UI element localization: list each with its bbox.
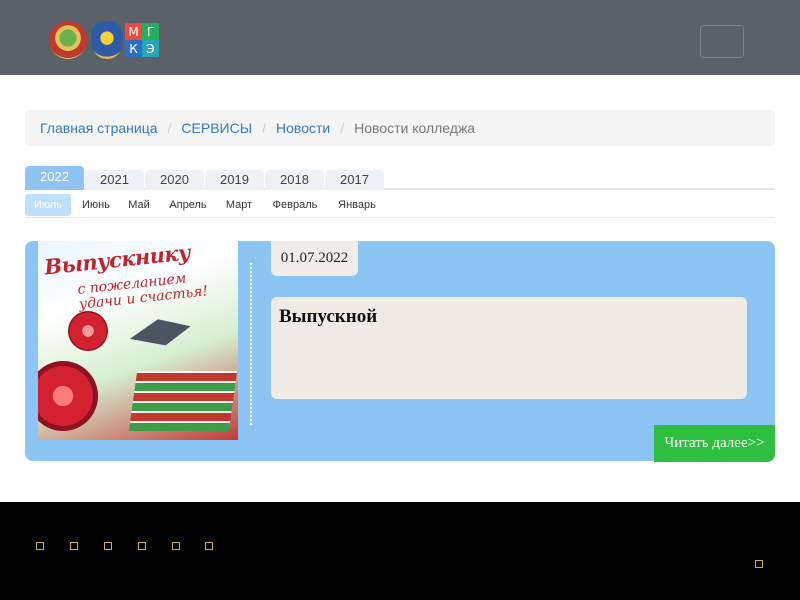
news-card: Выпускнику с пожеланием удачи и счастья!…	[25, 241, 775, 462]
breadcrumb-current: Новости колледжа	[354, 120, 476, 136]
tab-year-2021[interactable]: 2021	[85, 170, 144, 190]
tab-year-2020[interactable]: 2020	[145, 170, 204, 190]
books-icon	[128, 371, 238, 431]
tab-year-2022[interactable]: 2022	[25, 166, 84, 190]
news-title: Выпускной	[271, 297, 747, 399]
tab-month-june[interactable]: Июнь	[75, 194, 117, 216]
breadcrumb-services[interactable]: СЕРВИСЫ	[181, 120, 252, 136]
breadcrumb-separator: /	[167, 120, 172, 136]
footer	[0, 502, 800, 600]
tab-month-january[interactable]: Январь	[331, 194, 383, 216]
social-icon-2[interactable]	[70, 542, 78, 550]
scroll-top-icon[interactable]	[755, 560, 763, 568]
news-title-text[interactable]: Выпускной	[279, 306, 377, 327]
tab-month-march[interactable]: Март	[219, 194, 259, 216]
breadcrumb-separator: /	[262, 120, 267, 136]
social-icon-6[interactable]	[205, 542, 213, 550]
tab-year-2019[interactable]: 2019	[205, 170, 264, 190]
news-image[interactable]: Выпускнику с пожеланием удачи и счастья!	[38, 241, 238, 440]
breadcrumb-separator: /	[340, 120, 345, 136]
top-navbar: М Г К Э	[0, 0, 800, 75]
tab-month-july[interactable]: Июль	[25, 194, 71, 216]
tab-year-2018[interactable]: 2018	[265, 170, 324, 190]
minsk-emblem-icon	[91, 21, 123, 59]
mgke-logo-icon: М Г К Э	[125, 23, 159, 57]
tab-month-february[interactable]: Февраль	[263, 194, 327, 216]
dotted-divider	[250, 263, 252, 425]
social-icon-5[interactable]	[172, 542, 180, 550]
month-tabs: Июль Июнь Май Апрель Март Февраль Январь	[25, 190, 775, 218]
site-logo[interactable]: М Г К Э	[49, 21, 161, 61]
social-icon-3[interactable]	[104, 542, 112, 550]
read-more-button[interactable]: Читать далее>>	[654, 425, 775, 462]
graduation-cap-icon	[127, 314, 194, 360]
breadcrumb-home[interactable]: Главная страница	[40, 120, 158, 136]
news-date: 01.07.2022	[271, 241, 358, 276]
tab-year-2017[interactable]: 2017	[325, 170, 384, 190]
social-icon-1[interactable]	[36, 542, 44, 550]
menu-toggle-button[interactable]	[700, 25, 744, 58]
rose-decoration	[68, 311, 108, 351]
rose-decoration	[38, 361, 98, 431]
breadcrumb-news[interactable]: Новости	[276, 120, 330, 136]
belarus-emblem-icon	[49, 21, 87, 59]
breadcrumb: Главная страница / СЕРВИСЫ / Новости / Н…	[25, 110, 775, 146]
social-icon-4[interactable]	[138, 542, 146, 550]
year-tabs: 2022 2021 2020 2019 2018 2017	[25, 166, 775, 190]
tab-month-may[interactable]: Май	[121, 194, 157, 216]
image-banner-subtext: с пожеланием удачи и счастья!	[76, 270, 209, 313]
tab-month-april[interactable]: Апрель	[161, 194, 215, 216]
